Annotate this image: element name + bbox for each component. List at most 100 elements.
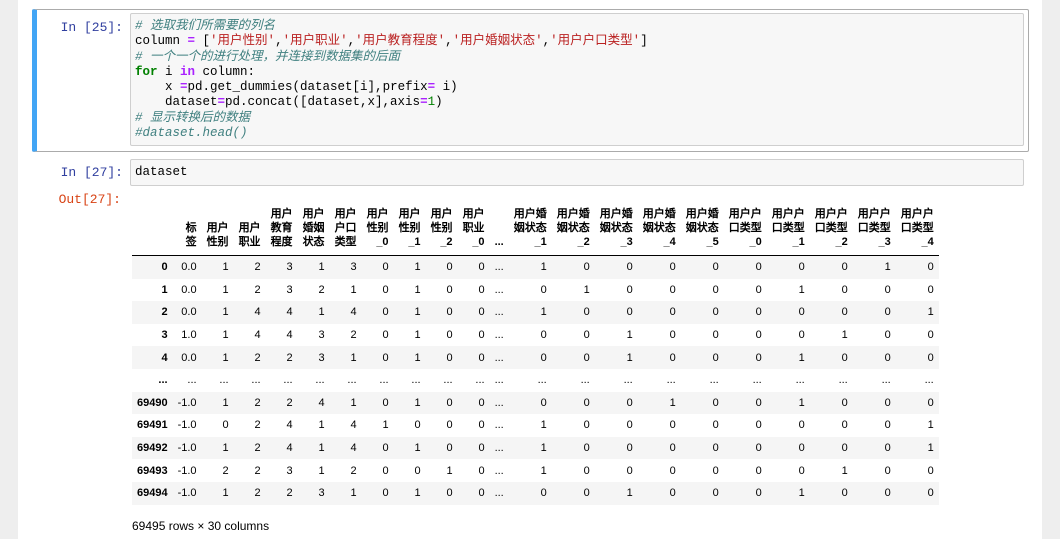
code-cell-25[interactable]: In [25]: # 选取我们所需要的列名 column = ['用户性别','用…	[32, 9, 1029, 152]
code-token: ,	[347, 34, 356, 49]
table-cell: 1	[766, 481, 810, 505]
column-header-line: 用户婚	[642, 208, 676, 220]
table-cell: 0	[361, 301, 394, 324]
code-line: dataset=pd.concat([dataset,x],axis=1)	[135, 95, 648, 110]
table-cell: 4	[350, 419, 357, 432]
column-header-line: 婚姻	[302, 222, 325, 234]
table-row: 3 1.0 1 4 4 3 2 0 1 0 0... 0 0 1 0 0 0 0 1 0 0	[132, 324, 939, 347]
code-token: 1	[427, 95, 436, 110]
table-cell: ...	[494, 464, 504, 477]
table-cell: 0	[884, 283, 891, 296]
table-cell: 0	[755, 283, 762, 296]
table-cell: 0	[852, 346, 896, 369]
table-cell: 3	[265, 255, 298, 279]
column-header-line: 用户	[206, 222, 229, 234]
table-cell: 1	[927, 419, 934, 432]
column-header-line: 用户	[302, 208, 325, 220]
table-cell: 0	[508, 391, 552, 415]
code-line: for i in column:	[135, 65, 648, 80]
table-cell: ...	[219, 374, 229, 387]
table-cell: 0	[884, 464, 891, 477]
table-cell: -1.0	[172, 436, 202, 460]
column-header-line: _2	[835, 236, 848, 248]
table-cell: 1	[540, 419, 547, 432]
table-cell: 0	[626, 464, 633, 477]
table-cell: 1	[508, 255, 552, 279]
column-header-line: 性别	[398, 222, 421, 234]
table-cell: 4	[286, 419, 293, 432]
table-cell: ...	[489, 436, 509, 460]
column-header: 用户 婚姻 状态	[297, 205, 330, 256]
code-cell-27[interactable]: In [27]: dataset	[32, 155, 1029, 186]
table-cell: 0	[425, 346, 458, 369]
code-token: ]	[640, 34, 648, 49]
code-editor[interactable]: # 选取我们所需要的列名 column = ['用户性别','用户职业','用户教…	[130, 13, 1024, 146]
table-cell: 0	[884, 329, 891, 342]
column-header-line: 用户户	[857, 208, 891, 220]
table-cell: 4	[265, 301, 298, 324]
table-cell: 0	[809, 255, 853, 279]
table-cell: 0	[478, 329, 485, 342]
table-cell: 1	[393, 255, 426, 279]
table-cell: 0	[755, 329, 762, 342]
table-cell: 4	[297, 391, 330, 415]
table-cell: 0	[680, 255, 724, 279]
table-cell: ...	[494, 329, 504, 342]
code-token: =	[187, 34, 196, 49]
table-cell: 0	[669, 419, 676, 432]
code-token: =	[217, 95, 226, 110]
column-header-line: 户口	[334, 222, 357, 234]
table-cell: 2	[350, 464, 357, 477]
row-index: 3	[161, 329, 168, 342]
table-cell: 2	[233, 436, 266, 460]
row-index: 4	[132, 346, 173, 369]
table-cell: 0	[540, 283, 547, 296]
table-cell: 1	[895, 301, 939, 324]
table-cell: 1	[329, 481, 362, 505]
column-header: 用户 性别 _2	[425, 205, 458, 256]
table-cell: 1.0	[181, 329, 197, 342]
table-cell: 0	[712, 464, 719, 477]
table-cell: 0	[457, 481, 490, 505]
code-token: in	[180, 64, 196, 79]
code-editor[interactable]: dataset	[130, 159, 1024, 186]
table-cell: 0	[361, 436, 394, 460]
column-header-line: 姻状态	[685, 222, 719, 234]
column-header-line: 用户	[462, 208, 485, 220]
table-cell: 0	[895, 391, 939, 415]
table-cell: 0	[583, 464, 590, 477]
column-header: 用户 性别	[201, 205, 234, 256]
table-cell: 0	[414, 419, 421, 432]
table-cell: 0	[425, 301, 458, 324]
column-header: 用户 户口 类型	[329, 205, 362, 256]
column-header-line: 职业	[462, 222, 485, 234]
table-cell: 1	[414, 283, 421, 296]
table-cell: 0	[798, 419, 805, 432]
table-cell: 1	[594, 481, 638, 505]
input-prompt: In [25]:	[60, 20, 123, 35]
table-row: 69492 -1.0 1 2 4 1 4 0 1 0 0... 1 0 0 0 0 0 0 0 0 1	[132, 436, 939, 460]
column-header: 用户户 口类型 _1	[766, 205, 810, 256]
table-cell: 0	[852, 301, 896, 324]
table-cell: ...	[709, 374, 719, 387]
table-cell: 0	[626, 419, 633, 432]
table-cell: 4	[265, 436, 298, 460]
table-cell: 0	[809, 346, 853, 369]
table-cell: 1	[201, 255, 234, 279]
code-token: for	[135, 64, 158, 79]
table-cell: ...	[443, 374, 453, 387]
table-cell: 2	[265, 346, 298, 369]
table-cell: -1.0	[177, 419, 197, 432]
column-header: ...	[489, 205, 509, 256]
table-cell: 0	[723, 255, 767, 279]
table-cell: 0	[551, 255, 595, 279]
table-cell: 1	[508, 436, 552, 460]
table-cell: 0	[723, 301, 767, 324]
table-cell: 0	[766, 436, 810, 460]
table-cell: 0	[809, 391, 853, 415]
table-cell: 0	[382, 464, 389, 477]
table-cell: 1	[841, 329, 848, 342]
table-cell: 0	[540, 329, 547, 342]
table-cell: 0	[361, 391, 394, 415]
row-index: 2	[132, 301, 173, 324]
